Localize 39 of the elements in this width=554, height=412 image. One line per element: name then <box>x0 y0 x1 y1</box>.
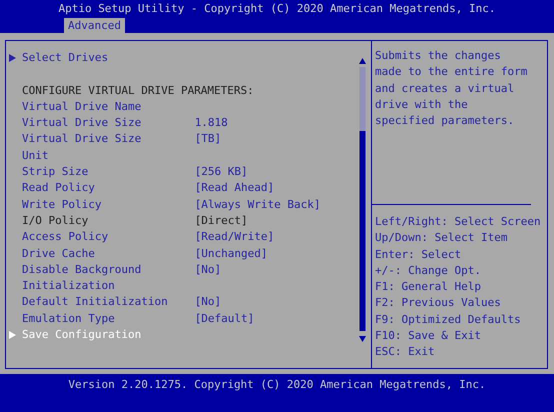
key-hint: F1: General Help <box>375 279 482 296</box>
setting-value[interactable]: [256 KB] <box>194 164 248 180</box>
setting-label[interactable]: Disable Background Initialization <box>22 262 168 294</box>
key-hint: F10: Save & Exit <box>375 328 482 344</box>
setting-label[interactable]: Strip Size <box>22 164 168 180</box>
setting-value: [Direct] <box>194 212 248 229</box>
setting-value[interactable]: 1.818 <box>194 115 228 132</box>
help-description: Submits the changes made to the entire form and creates a virtual drive with the specified parameters. <box>372 41 531 205</box>
key-hint: Up/Down: Select Item <box>375 230 508 246</box>
version-text: Version 2.20.1275. Copyright (C) 2020 American Megatrends, Inc. <box>68 378 486 393</box>
setting-value[interactable]: [No] <box>194 294 222 311</box>
setting-value[interactable]: [Default] <box>194 310 254 328</box>
menu-tab[interactable]: Advanced <box>64 18 125 33</box>
window-title: Aptio Setup Utility - Copyright (C) 2020 American Megatrends, Inc. <box>58 2 496 16</box>
setting-label[interactable]: Virtual Drive Size Unit <box>22 131 168 164</box>
setting-value[interactable]: [Unchanged] <box>194 246 268 262</box>
submenu-link[interactable]: Select Drives <box>22 50 108 66</box>
setting-label[interactable]: Virtual Drive Size <box>22 115 168 132</box>
setting-value[interactable]: [Always Write Back] <box>194 196 321 213</box>
setting-label: I/O Policy <box>22 212 90 229</box>
setting-value[interactable]: [Read Ahead] <box>194 180 274 197</box>
setting-label[interactable]: Access Policy <box>22 229 168 246</box>
setting-label[interactable]: Emulation Type <box>22 310 168 328</box>
key-hint: Enter: Select <box>375 246 462 263</box>
key-hint: Left/Right: Select Screen <box>375 214 542 230</box>
setting-value[interactable]: [TB] <box>194 131 222 164</box>
key-hint: F2: Previous Values <box>375 295 502 312</box>
submenu-link[interactable]: Save Configuration <box>22 327 142 344</box>
key-hint: +/-: Change Opt. <box>375 262 482 279</box>
setting-label[interactable]: Default Initialization <box>22 294 168 311</box>
setting-label[interactable]: Drive Cache <box>22 246 168 262</box>
setting-value[interactable]: [Read/Write] <box>194 229 274 246</box>
setting-value[interactable]: [No] <box>194 262 222 294</box>
setting-label[interactable]: Write Policy <box>22 196 168 213</box>
key-hint: ESC: Exit <box>375 344 436 360</box>
key-hint: F9: Optimized Defaults <box>375 312 522 328</box>
setting-label[interactable]: Read Policy <box>22 180 168 197</box>
setting-label[interactable]: Virtual Drive Name <box>22 98 168 116</box>
section-heading: CONFIGURE VIRTUAL DRIVE PARAMETERS: <box>22 82 254 99</box>
